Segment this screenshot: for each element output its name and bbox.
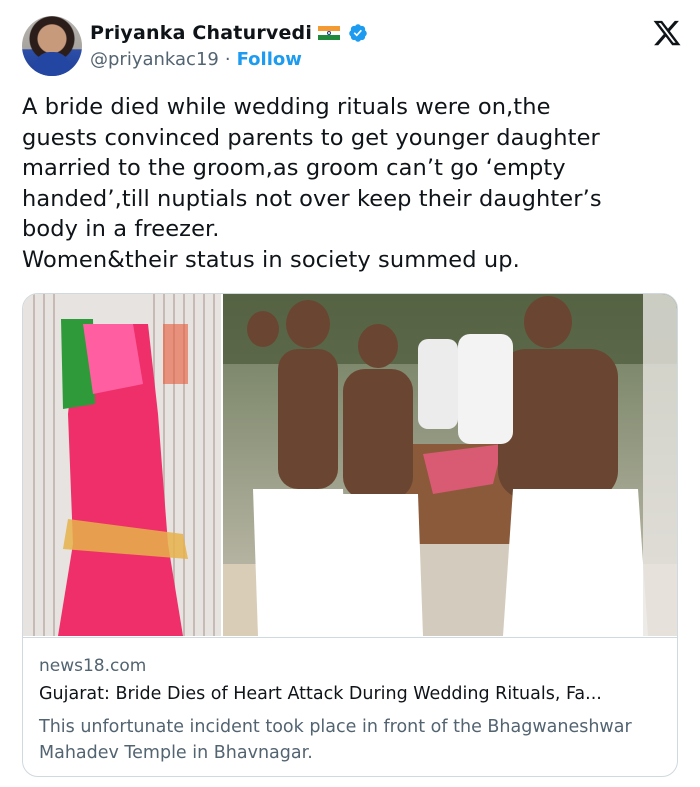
- link-preview-card[interactable]: news18.com Gujarat: Bride Dies of Heart …: [22, 293, 678, 777]
- author-name[interactable]: Priyanka Chaturvedi: [90, 22, 312, 44]
- author-handle[interactable]: @priyankac19: [90, 49, 219, 70]
- author-name-row: Priyanka Chaturvedi: [90, 22, 368, 44]
- link-description: This unfortunate incident took place in …: [39, 717, 632, 763]
- avatar-figure: [34, 52, 70, 76]
- link-preview-meta: news18.com Gujarat: Bride Dies of Heart …: [23, 637, 677, 776]
- avatar[interactable]: [22, 16, 82, 76]
- x-logo-icon[interactable]: [652, 18, 682, 48]
- tweet-text: A bride died while wedding rituals were …: [22, 94, 602, 273]
- follow-button[interactable]: Follow: [237, 49, 302, 70]
- link-title[interactable]: Gujarat: Bride Dies of Heart Attack Duri…: [39, 684, 602, 704]
- link-domain: news18.com: [39, 656, 147, 676]
- separator-dot: ·: [224, 49, 231, 70]
- india-flag-icon: [318, 26, 341, 40]
- tweet-header: Priyanka Chaturvedi @priyankac19 · Follo…: [22, 16, 682, 78]
- link-preview-image: [23, 294, 677, 636]
- author-handle-row: @priyankac19 · Follow: [90, 49, 302, 70]
- verified-badge-icon: [349, 24, 367, 42]
